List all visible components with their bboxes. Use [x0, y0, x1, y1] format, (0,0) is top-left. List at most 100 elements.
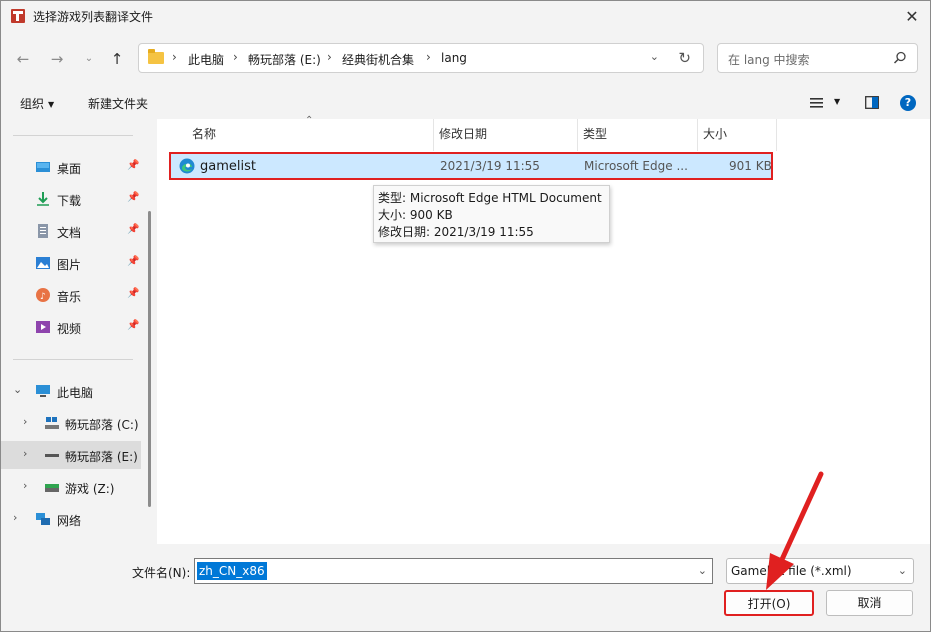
pin-icon[interactable]: 📌 [127, 256, 139, 267]
sidebar-item-music[interactable]: ♪ 音乐 📌 [1, 281, 141, 309]
file-open-dialog: 选择游戏列表翻译文件 ✕ ← → ⌄ ↑ › 此电脑 › 畅玩部落 (E:) ›… [0, 0, 931, 632]
file-size: 901 KB [729, 159, 772, 173]
dialog-footer: 文件名(N): zh_CN_x86 ⌄ Gamelist file (*.xml… [1, 544, 930, 631]
pin-icon[interactable]: 📌 [127, 192, 139, 203]
sidebar-item-label: 畅玩部落 (C:) [65, 418, 139, 432]
pictures-icon [36, 257, 50, 269]
tooltip-modified: 修改日期: 2021/3/19 11:55 [378, 225, 534, 239]
column-label: 类型 [583, 127, 608, 141]
sidebar-item-label: 音乐 [57, 290, 82, 304]
filename-label: 文件名(N): [132, 566, 191, 580]
column-header-name[interactable]: 名称 [157, 119, 433, 147]
column-header-size[interactable]: 大小 [698, 119, 776, 147]
breadcrumb-this-pc[interactable]: 此电脑 [188, 51, 224, 68]
file-type: Microsoft Edge ... [584, 159, 688, 173]
recent-locations-chevron-icon[interactable]: ⌄ [77, 49, 101, 69]
filename-input[interactable]: zh_CN_x86 ⌄ [194, 558, 713, 584]
file-row-gamelist[interactable]: gamelist 2021/3/19 11:55 Microsoft Edge … [169, 152, 773, 180]
download-icon [37, 192, 49, 206]
edge-html-icon [179, 158, 195, 174]
column-header-type[interactable]: 类型 [578, 119, 697, 147]
organize-menu[interactable]: 组织 ▼ [20, 95, 54, 112]
app-icon [11, 9, 25, 23]
help-icon[interactable]: ? [900, 95, 916, 111]
search-icon[interactable] [893, 51, 907, 65]
chevron-right-icon[interactable]: › [13, 511, 17, 524]
drive-z-icon [45, 484, 59, 492]
sidebar-scrollbar[interactable] [148, 211, 151, 507]
chevron-right-icon[interactable]: › [23, 447, 27, 460]
breadcrumb-separator-icon[interactable]: › [327, 50, 332, 64]
network-icon [36, 513, 50, 525]
sidebar-item-label: 文档 [57, 226, 82, 240]
filetype-select[interactable]: Gamelist file (*.xml) ⌄ [726, 558, 914, 584]
chevron-right-icon[interactable]: › [23, 479, 27, 492]
folder-icon [148, 49, 164, 64]
drive-c-icon [45, 417, 59, 429]
pin-icon[interactable]: 📌 [127, 224, 139, 235]
sidebar-item-label: 此电脑 [57, 386, 94, 400]
address-dropdown-icon[interactable]: ⌄ [650, 50, 659, 63]
up-arrow-icon[interactable]: ↑ [105, 49, 129, 69]
sidebar-item-pictures[interactable]: 图片 📌 [1, 249, 141, 277]
window-title: 选择游戏列表翻译文件 [33, 10, 154, 24]
tooltip-size: 大小: 900 KB [378, 208, 453, 222]
sidebar-item-this-pc[interactable]: ⌄ 此电脑 [1, 377, 141, 405]
new-folder-button[interactable]: 新建文件夹 [88, 95, 148, 112]
video-icon [36, 321, 50, 333]
drive-e-icon [45, 454, 59, 457]
close-button[interactable]: ✕ [900, 5, 924, 29]
pin-icon[interactable]: 📌 [127, 288, 139, 299]
breadcrumb-drive-e[interactable]: 畅玩部落 (E:) [248, 51, 321, 68]
view-options-icon[interactable] [810, 98, 824, 108]
open-button[interactable]: 打开(O) [724, 590, 814, 616]
sidebar-item-label: 视频 [57, 322, 82, 336]
preview-pane-icon[interactable] [865, 96, 879, 109]
caret-down-icon: ▼ [48, 100, 55, 109]
sidebar-item-label: 网络 [57, 514, 82, 528]
search-box[interactable]: 在 lang 中搜索 [717, 43, 918, 73]
navigation-pane: 桌面 📌 下载 📌 文档 📌 图片 📌 ♪ 音乐 📌 视频 📌 ⌄ 此电脑 › … [1, 119, 148, 544]
chevron-down-icon[interactable]: ⌄ [13, 383, 22, 396]
music-icon: ♪ [36, 288, 50, 302]
sidebar-item-drive-c[interactable]: › 畅玩部落 (C:) [1, 409, 141, 437]
breadcrumb-separator-icon[interactable]: › [172, 50, 177, 64]
back-arrow-icon[interactable]: ← [11, 49, 35, 69]
column-label: 修改日期 [439, 127, 488, 141]
sidebar-item-network[interactable]: › 网络 [1, 505, 141, 533]
chevron-down-icon[interactable]: ⌄ [698, 564, 707, 577]
breadcrumb-lang[interactable]: lang [441, 51, 467, 65]
breadcrumb-separator-icon[interactable]: › [233, 50, 238, 64]
chevron-right-icon[interactable]: › [23, 415, 27, 428]
address-bar[interactable]: › 此电脑 › 畅玩部落 (E:) › 经典街机合集 › lang ⌄ ↻ [138, 43, 704, 73]
organize-label: 组织 [20, 97, 45, 111]
pin-icon[interactable]: 📌 [127, 320, 139, 331]
sidebar-item-drive-z[interactable]: › 游戏 (Z:) [1, 473, 141, 501]
sidebar-item-desktop[interactable]: 桌面 📌 [1, 153, 141, 181]
divider [13, 135, 133, 136]
refresh-icon[interactable]: ↻ [678, 49, 691, 67]
column-header-modified[interactable]: 修改日期 [434, 119, 577, 147]
column-label: 大小 [703, 127, 728, 141]
chevron-down-icon[interactable]: ⌄ [898, 564, 907, 577]
sidebar-item-videos[interactable]: 视频 📌 [1, 313, 141, 341]
sidebar-item-label: 桌面 [57, 162, 82, 176]
navigation-bar: ← → ⌄ ↑ › 此电脑 › 畅玩部落 (E:) › 经典街机合集 › lan… [1, 37, 930, 83]
pin-icon[interactable]: 📌 [127, 160, 139, 171]
column-label: 名称 [192, 127, 217, 141]
sidebar-item-documents[interactable]: 文档 📌 [1, 217, 141, 245]
sidebar-item-downloads[interactable]: 下载 📌 [1, 185, 141, 213]
cancel-button[interactable]: 取消 [826, 590, 913, 616]
column-divider[interactable] [776, 119, 777, 151]
breadcrumb-separator-icon[interactable]: › [426, 50, 431, 64]
sidebar-item-label: 图片 [57, 258, 82, 272]
filetype-value: Gamelist file (*.xml) [731, 564, 852, 578]
file-modified: 2021/3/19 11:55 [440, 159, 540, 173]
sidebar-item-drive-e[interactable]: › 畅玩部落 (E:) [1, 441, 141, 469]
view-dropdown-icon[interactable]: ▼ [834, 97, 840, 106]
forward-arrow-icon[interactable]: → [45, 49, 69, 69]
sidebar-item-label: 游戏 (Z:) [65, 482, 115, 496]
svg-text:♪: ♪ [40, 292, 46, 302]
breadcrumb-arcade-collection[interactable]: 经典街机合集 [342, 51, 414, 68]
divider [13, 359, 133, 360]
